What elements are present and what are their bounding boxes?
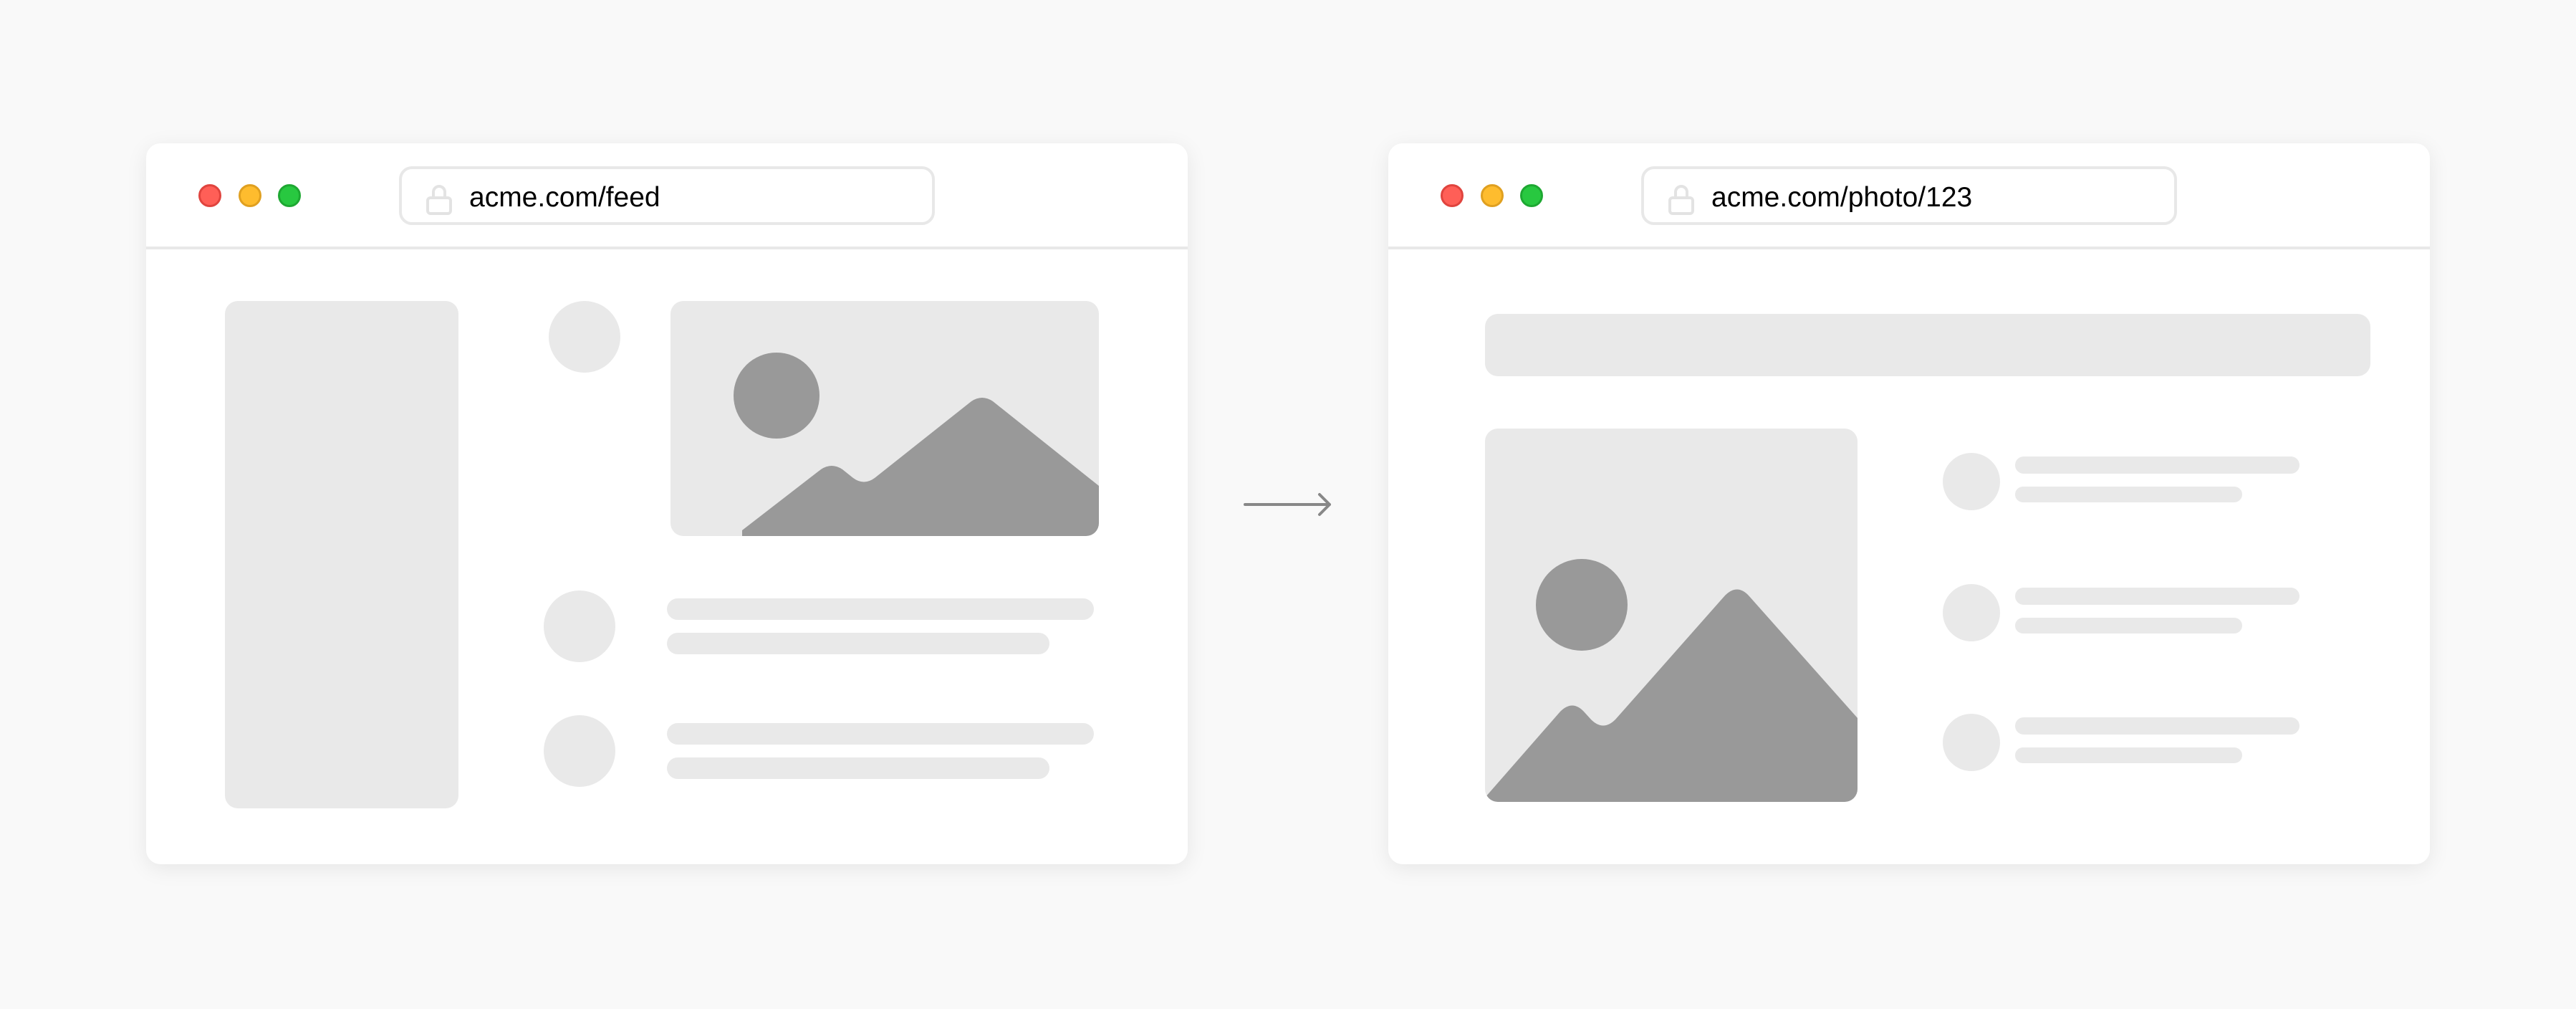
text-line-placeholder	[667, 598, 1094, 620]
text-line-placeholder	[2015, 487, 2242, 502]
arrow-right-icon	[1244, 493, 1331, 516]
maximize-button[interactable]	[1520, 184, 1543, 207]
url-text: acme.com/photo/123	[1711, 182, 1973, 213]
maximize-button[interactable]	[278, 184, 301, 207]
text-line-placeholder	[2015, 618, 2242, 633]
address-bar[interactable]: acme.com/photo/123	[1641, 166, 2177, 225]
text-line-placeholder	[667, 757, 1049, 779]
sun-icon	[734, 353, 820, 439]
avatar-placeholder	[544, 715, 615, 787]
text-line-placeholder	[2015, 747, 2242, 763]
text-line-placeholder	[667, 723, 1094, 745]
sun-icon	[1536, 559, 1628, 651]
text-line-placeholder	[667, 633, 1049, 654]
minimize-button[interactable]	[239, 184, 261, 207]
minimize-button[interactable]	[1481, 184, 1504, 207]
browser-toolbar: acme.com/photo/123	[1388, 143, 2430, 249]
avatar-placeholder	[549, 301, 620, 373]
image-placeholder	[671, 301, 1099, 536]
avatar-placeholder	[1943, 584, 2000, 641]
browser-window-photo: acme.com/photo/123	[1388, 143, 2430, 864]
browser-window-feed: acme.com/feed	[146, 143, 1188, 864]
avatar-placeholder	[1943, 453, 2000, 510]
lock-icon	[1668, 185, 1694, 215]
text-line-placeholder	[2015, 717, 2299, 735]
close-button[interactable]	[1441, 184, 1464, 207]
text-line-placeholder	[2015, 588, 2299, 605]
photo-placeholder	[1485, 429, 1857, 802]
sidebar-placeholder	[225, 301, 458, 808]
avatar-placeholder	[544, 590, 615, 662]
lock-icon	[426, 185, 452, 215]
avatar-placeholder	[1943, 714, 2000, 771]
url-text: acme.com/feed	[469, 182, 660, 213]
title-bar-placeholder	[1485, 314, 2370, 376]
text-line-placeholder	[2015, 456, 2299, 474]
close-button[interactable]	[198, 184, 221, 207]
address-bar[interactable]: acme.com/feed	[399, 166, 935, 225]
browser-toolbar: acme.com/feed	[146, 143, 1188, 249]
